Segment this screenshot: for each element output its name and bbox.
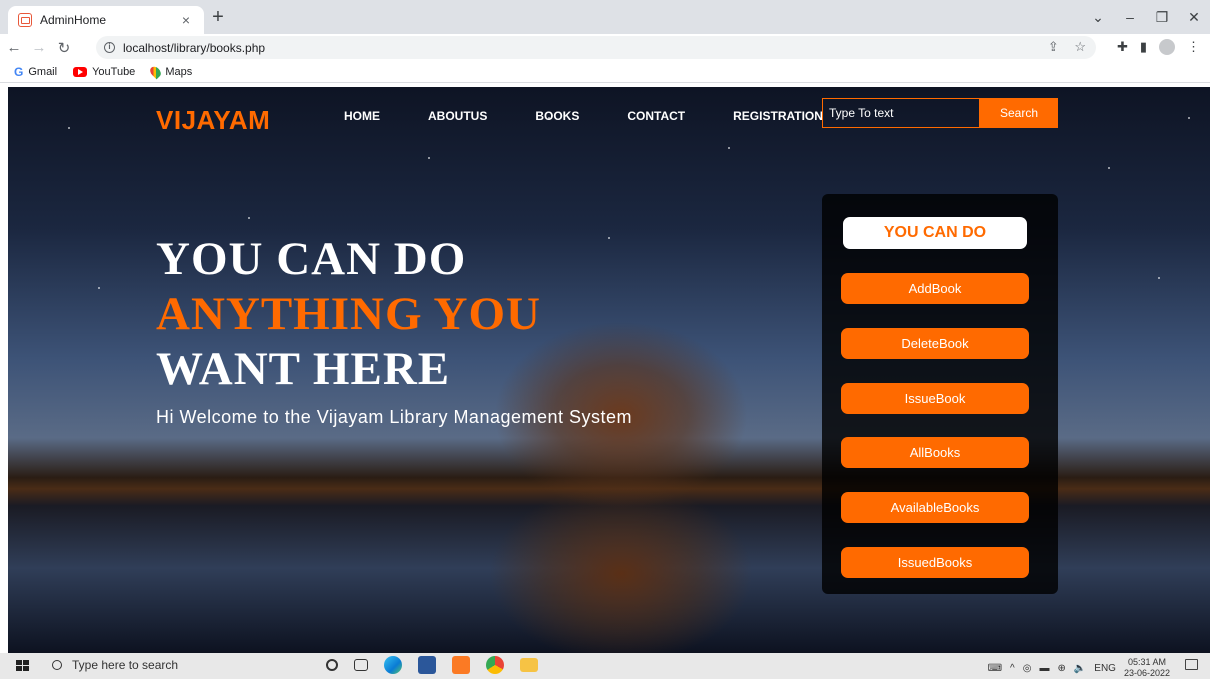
taskbar-search[interactable]: Type here to search: [52, 658, 178, 672]
tab-close-icon[interactable]: ×: [178, 12, 194, 28]
os-taskbar: Type here to search ⌨ ^ ◎ ▬ ⊕ 🔈 ENG 05:3…: [0, 653, 1210, 679]
extensions-puzzle-icon[interactable]: ✚: [1117, 39, 1128, 55]
show-hidden-icons-chevron-icon[interactable]: ^: [1010, 663, 1015, 674]
delete-book-button[interactable]: DeleteBook: [841, 328, 1029, 359]
cortana-icon[interactable]: [326, 659, 338, 671]
bookmark-gmail[interactable]: G Gmail: [14, 65, 57, 79]
clock-time: 05:31 AM: [1127, 657, 1166, 667]
maps-icon: [148, 64, 164, 79]
language-indicator[interactable]: ENG: [1094, 663, 1116, 674]
bookmarks-bar: G Gmail YouTube Maps: [0, 61, 1210, 83]
site-logo[interactable]: VIJAYAM: [156, 105, 270, 136]
search-icon: [52, 660, 62, 670]
hero-line-2: ANYTHING YOU: [156, 288, 541, 340]
chrome-icon[interactable]: [486, 656, 504, 674]
bookmark-label: Gmail: [28, 65, 58, 78]
site-favicon-icon: [18, 13, 32, 27]
add-book-button[interactable]: AddBook: [841, 273, 1029, 304]
search-button[interactable]: Search: [980, 98, 1058, 128]
issue-book-button[interactable]: IssueBook: [841, 383, 1029, 414]
restore-icon[interactable]: ❐: [1146, 9, 1178, 26]
profile-avatar-icon[interactable]: [1159, 39, 1175, 55]
actions-panel: YOU CAN DO AddBook DeleteBook IssueBook …: [822, 194, 1058, 594]
panel-title: YOU CAN DO: [843, 217, 1027, 249]
bookmark-label: YouTube: [92, 65, 136, 78]
battery-icon[interactable]: ▬: [1039, 663, 1049, 674]
clock[interactable]: 05:31 AM 23-06-2022: [1124, 657, 1170, 679]
share-icon[interactable]: ⇪: [1048, 39, 1059, 54]
tab-search-icon[interactable]: ⌄: [1082, 9, 1114, 26]
back-arrow-icon[interactable]: ←: [3, 39, 25, 56]
edge-icon[interactable]: [384, 656, 402, 674]
address-bar[interactable]: i localhost/library/books.php ⇪ ☆: [96, 36, 1096, 59]
globe-icon[interactable]: ⊕: [1057, 663, 1065, 674]
welcome-text: Hi Welcome to the Vijayam Library Manage…: [156, 407, 633, 427]
search-input[interactable]: [822, 98, 980, 128]
taskbar-apps: [326, 656, 538, 674]
bookmark-maps[interactable]: Maps: [148, 64, 193, 79]
volume-icon[interactable]: 🔈: [1074, 663, 1086, 674]
bookmark-youtube[interactable]: YouTube: [73, 66, 135, 78]
forward-arrow-icon[interactable]: →: [28, 39, 50, 56]
system-tray: ⌨ ^ ◎ ▬ ⊕ 🔈 ENG 05:31 AM 23-06-2022: [988, 657, 1170, 679]
hero-line-3: WANT HERE: [156, 343, 451, 395]
xampp-icon[interactable]: [452, 656, 470, 674]
site-info-icon[interactable]: i: [104, 42, 115, 53]
close-window-icon[interactable]: ✕: [1178, 9, 1210, 26]
minimize-icon[interactable]: –: [1114, 9, 1146, 25]
gmail-icon: G: [14, 64, 24, 79]
clock-date: 23-06-2022: [1123, 668, 1170, 678]
nav-books[interactable]: BOOKS: [535, 109, 579, 123]
word-icon[interactable]: [418, 656, 436, 674]
youtube-icon: [73, 66, 88, 77]
network-icon[interactable]: ◎: [1023, 663, 1032, 674]
windows-start-icon[interactable]: [16, 660, 29, 672]
nav-contact[interactable]: CONTACT: [627, 109, 685, 123]
browser-tab-bar: AdminHome × + ⌄ – ❐ ✕: [0, 0, 1210, 34]
browser-toolbar: ← → ↻ i localhost/library/books.php ⇪ ☆ …: [0, 34, 1210, 61]
tab-title: AdminHome: [40, 13, 107, 27]
reload-icon[interactable]: ↻: [53, 39, 75, 57]
hero-heading: YOU CAN DO ANYTHING YOU WANT HERE: [156, 232, 541, 397]
more-menu-icon[interactable]: ⋮: [1187, 39, 1200, 55]
nav-home[interactable]: HOME: [344, 109, 380, 123]
task-view-icon[interactable]: [354, 659, 368, 671]
bookmark-label: Maps: [165, 65, 193, 78]
bookmark-star-icon[interactable]: ☆: [1074, 39, 1086, 54]
all-books-button[interactable]: AllBooks: [841, 437, 1029, 468]
nav-registration[interactable]: REGISTRATION: [733, 109, 823, 123]
side-panel-icon[interactable]: ▮: [1140, 39, 1147, 55]
new-tab-button[interactable]: +: [206, 6, 230, 30]
notification-icon[interactable]: [1185, 659, 1198, 670]
window-controls: ⌄ – ❐ ✕: [1082, 0, 1210, 34]
url-text: localhost/library/books.php: [123, 40, 266, 55]
main-nav: HOME ABOUTUS BOOKS CONTACT REGISTRATION: [344, 109, 823, 123]
file-explorer-icon[interactable]: [520, 658, 538, 672]
hero-line-1: YOU CAN DO: [156, 233, 467, 285]
page-background: VIJAYAM HOME ABOUTUS BOOKS CONTACT REGIS…: [8, 87, 1210, 653]
browser-tab[interactable]: AdminHome ×: [8, 6, 204, 34]
taskbar-search-placeholder: Type here to search: [72, 658, 179, 672]
available-books-button[interactable]: AvailableBooks: [841, 492, 1029, 523]
nav-aboutus[interactable]: ABOUTUS: [428, 109, 487, 123]
keyboard-icon[interactable]: ⌨: [988, 663, 1002, 674]
issued-books-button[interactable]: IssuedBooks: [841, 547, 1029, 578]
